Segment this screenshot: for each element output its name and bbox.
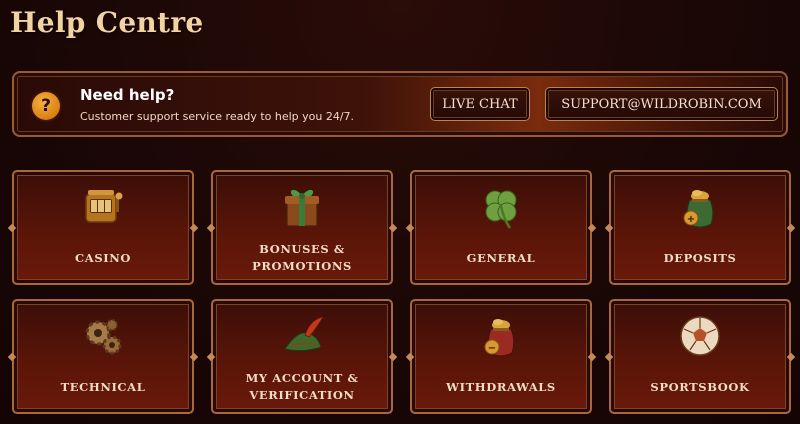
category-withdrawals[interactable]: − WITHDRAWALS xyxy=(410,299,592,414)
support-email-button[interactable]: SUPPORT@WILDROBIN.COM xyxy=(545,87,778,121)
feathered-hat-icon xyxy=(284,316,324,352)
category-general[interactable]: GENERAL xyxy=(410,170,592,285)
help-banner-subtitle: Customer support service ready to help y… xyxy=(80,110,355,123)
category-label: SPORTSBOOK xyxy=(650,379,750,394)
page-title: Help Centre xyxy=(10,6,204,39)
help-banner-title: Need help? xyxy=(80,86,175,104)
category-label: BONUSES & PROMOTIONS xyxy=(252,242,352,273)
gift-box-icon xyxy=(285,189,319,227)
clover-icon xyxy=(485,190,517,229)
svg-text:−: − xyxy=(488,343,496,354)
help-banner: ? Need help? Customer support service re… xyxy=(12,71,788,137)
category-label: CASINO xyxy=(75,250,131,265)
category-deposits[interactable]: + DEPOSITS xyxy=(609,170,791,285)
soccer-ball-icon xyxy=(680,316,720,356)
category-label: GENERAL xyxy=(466,250,536,265)
svg-text:+: + xyxy=(687,214,695,225)
category-technical[interactable]: TECHNICAL xyxy=(12,299,194,414)
category-label: DEPOSITS xyxy=(663,250,737,265)
question-icon: ? xyxy=(32,92,60,120)
category-my-account-verification[interactable]: MY ACCOUNT & VERIFICATION xyxy=(211,299,393,414)
live-chat-button[interactable]: LIVE CHAT xyxy=(430,87,530,121)
category-label: WITHDRAWALS xyxy=(446,379,556,394)
coin-bag-minus-icon: − xyxy=(484,319,515,357)
category-label: TECHNICAL xyxy=(60,379,146,394)
gears-icon xyxy=(85,319,122,355)
category-label: MY ACCOUNT & VERIFICATION xyxy=(245,371,359,402)
category-bonuses-promotions[interactable]: BONUSES & PROMOTIONS xyxy=(211,170,393,285)
category-casino[interactable]: CASINO xyxy=(12,170,194,285)
category-sportsbook[interactable]: SPORTSBOOK xyxy=(609,299,791,414)
slot-machine-icon xyxy=(85,190,123,223)
coin-bag-plus-icon: + xyxy=(683,190,714,228)
